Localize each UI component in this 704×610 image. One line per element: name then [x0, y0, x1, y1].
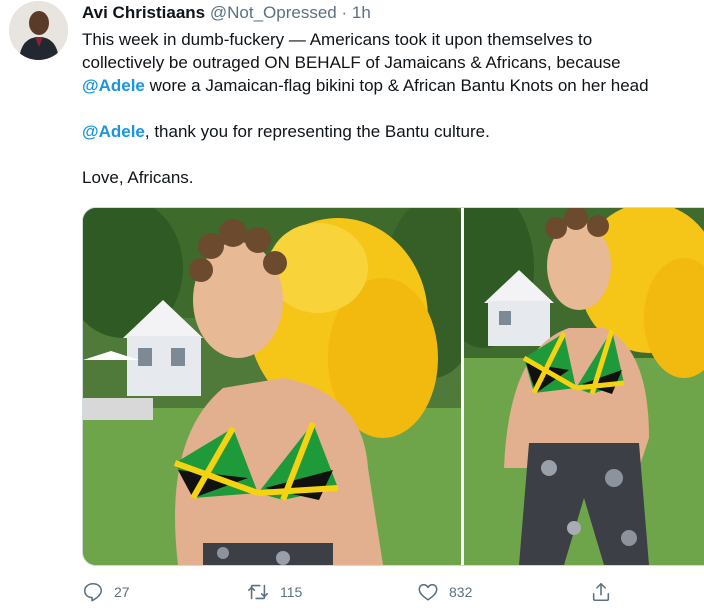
reply-button[interactable]: 27: [82, 578, 130, 606]
share-icon: [592, 582, 610, 602]
mention-link[interactable]: @Adele: [82, 122, 145, 141]
heart-icon: [418, 583, 438, 601]
action-bar: 27 115 832: [82, 578, 704, 606]
mention-link[interactable]: @Adele: [82, 76, 145, 95]
tweet-line: @Adele, thank you for representing the B…: [82, 120, 704, 143]
avatar-image: [9, 1, 68, 60]
tweet-line: collectively be outraged ON BEHALF of Ja…: [82, 53, 621, 72]
tweet-line: Love, Africans.: [82, 168, 194, 187]
avatar[interactable]: [9, 1, 68, 60]
tweet-line: This week in dumb-fuckery — Americans to…: [82, 30, 593, 49]
like-count: 832: [449, 584, 473, 600]
like-button[interactable]: 832: [417, 578, 472, 606]
retweet-button[interactable]: 115: [246, 578, 302, 606]
retweet-count: 115: [280, 584, 303, 600]
retweet-icon: [248, 584, 268, 600]
timestamp[interactable]: 1h: [352, 3, 371, 22]
photo-left-image: [83, 208, 461, 565]
reply-count: 27: [114, 584, 130, 600]
photo-right-image: [464, 208, 704, 565]
tweet-header: Avi Christiaans @Not_Opressed · 1h: [82, 2, 371, 24]
tweet-line-text: , thank you for representing the Bantu c…: [144, 122, 490, 141]
tweet-line-text: wore a Jamaican-flag bikini top & Africa…: [144, 76, 649, 95]
tweet[interactable]: Avi Christiaans @Not_Opressed · 1h This …: [0, 0, 704, 610]
tweet-text: This week in dumb-fuckery — Americans to…: [82, 28, 704, 189]
author-handle[interactable]: @Not_Opressed: [210, 3, 337, 22]
share-button[interactable]: [590, 578, 612, 606]
author-name[interactable]: Avi Christiaans: [82, 3, 205, 22]
tweet-line: @Adele wore a Jamaican-flag bikini top &…: [82, 74, 704, 97]
photo-right[interactable]: [464, 208, 704, 565]
media-grid: [82, 207, 704, 566]
separator-dot: ·: [341, 3, 348, 22]
photo-left[interactable]: [83, 208, 461, 565]
reply-icon: [83, 582, 103, 602]
